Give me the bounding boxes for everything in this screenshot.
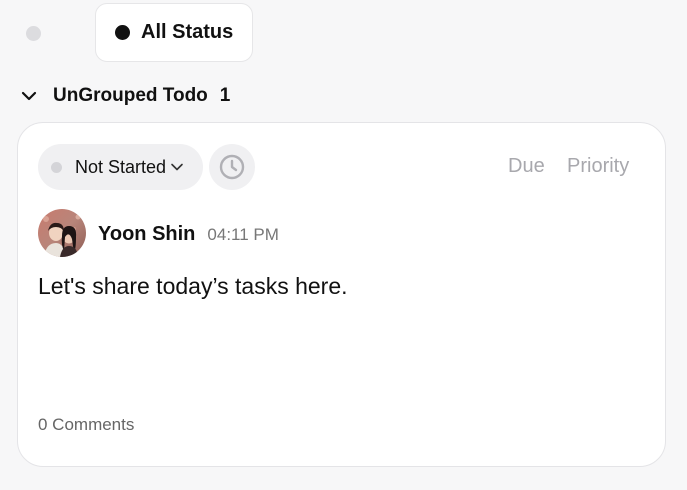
timestamp: 04:11 PM [207,224,279,244]
status-label: Not Started [75,156,167,177]
group-count: 1 [219,85,231,106]
chevron-down-icon[interactable] [20,87,38,105]
group-header[interactable]: UnGrouped Todo 1 [20,82,230,110]
status-filter-button[interactable]: All Status [95,3,253,62]
clock-icon [219,154,245,180]
status-filter-label: All Status [141,21,234,43]
status-indicator-dot [51,161,62,173]
due-button[interactable]: Due [508,155,545,178]
avatar[interactable] [38,209,86,257]
todo-text: Let's share today’s tasks here. [38,273,348,299]
todo-board: All Status UnGrouped Todo 1 Not Started … [0,0,687,490]
status-dot [115,25,130,40]
group-title: UnGrouped Todo [53,85,208,106]
chevron-down-icon [171,163,183,171]
author-name: Yoon Shin [98,222,196,245]
comments-link[interactable]: 0 Comments [38,415,134,435]
author-row: Yoon Shin 04:11 PM [38,209,279,257]
status-filter-dot[interactable] [26,26,41,41]
todo-card[interactable]: Not Started Due Priority Yoon Shin 04:11… [17,122,666,467]
priority-button[interactable]: Priority [567,155,629,178]
time-button[interactable] [209,144,255,190]
status-dropdown[interactable]: Not Started [38,144,203,190]
